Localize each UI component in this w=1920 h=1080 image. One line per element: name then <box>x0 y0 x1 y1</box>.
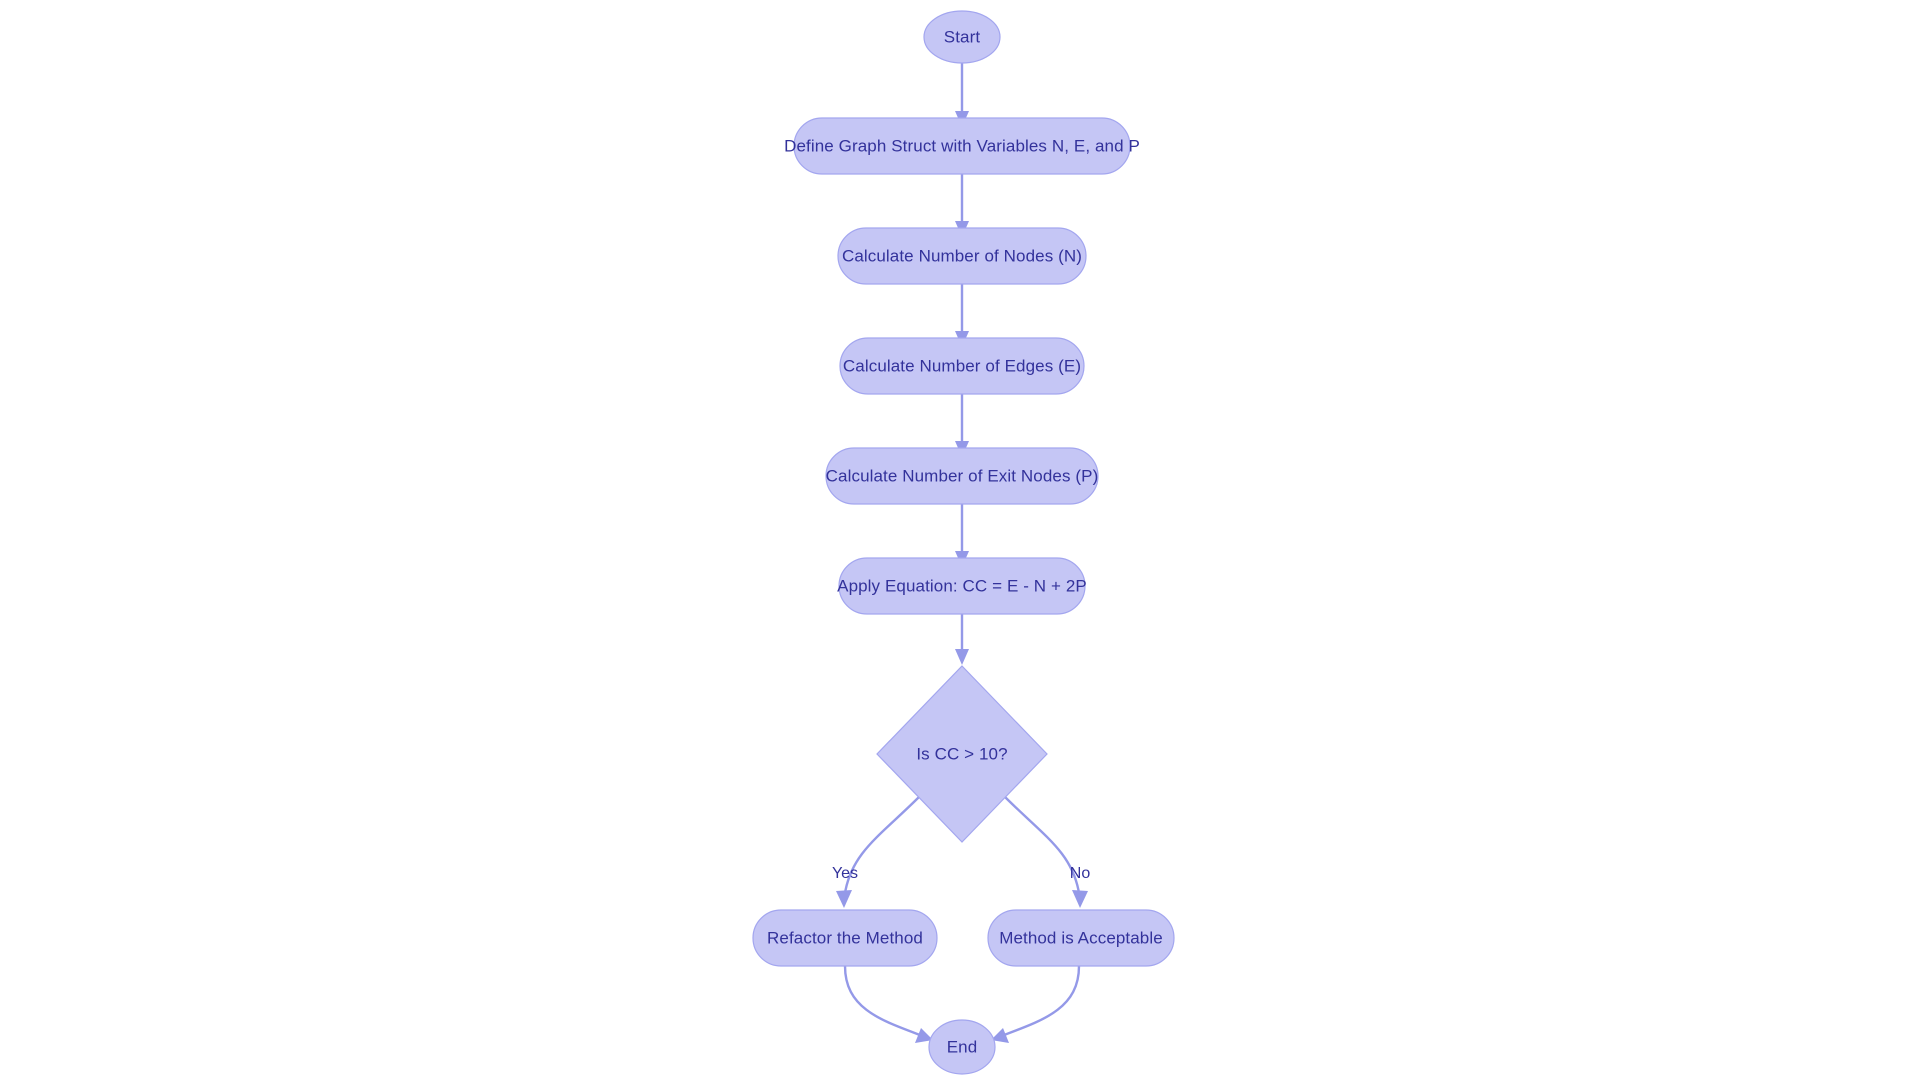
node-method-acceptable-label: Method is Acceptable <box>999 928 1163 947</box>
node-refactor-method-label: Refactor the Method <box>767 928 923 947</box>
edge-label-yes: Yes <box>832 865 858 882</box>
node-define-graph-struct[interactable]: Define Graph Struct with Variables N, E,… <box>784 117 1140 175</box>
node-refactor-method[interactable]: Refactor the Method <box>752 909 938 967</box>
node-calculate-edges-label: Calculate Number of Edges (E) <box>843 356 1081 375</box>
node-apply-equation-label: Apply Equation: CC = E - N + 2P <box>837 576 1087 595</box>
edge-refactor-to-end <box>843 965 933 1043</box>
edge-decision-to-refactor: Yes <box>832 795 921 908</box>
edge-accept-to-end <box>991 965 1081 1043</box>
edge-layer: Yes No <box>832 59 1090 1043</box>
edge-decision-to-accept: No <box>1003 795 1091 908</box>
edge-equation-to-decision <box>955 614 969 665</box>
node-layer: Start Define Graph Struct with Variables… <box>752 10 1175 1075</box>
node-decision-cc-threshold-label: Is CC > 10? <box>916 744 1007 763</box>
node-calculate-exit-nodes-label: Calculate Number of Exit Nodes (P) <box>826 466 1099 485</box>
node-decision-cc-threshold[interactable]: Is CC > 10? <box>876 665 1048 843</box>
node-define-graph-struct-label: Define Graph Struct with Variables N, E,… <box>784 136 1140 155</box>
node-method-acceptable[interactable]: Method is Acceptable <box>987 909 1175 967</box>
node-start[interactable]: Start <box>923 10 1001 64</box>
node-calculate-exit-nodes[interactable]: Calculate Number of Exit Nodes (P) <box>825 447 1099 505</box>
node-end[interactable]: End <box>928 1019 996 1075</box>
node-calculate-nodes[interactable]: Calculate Number of Nodes (N) <box>837 227 1087 285</box>
node-end-label: End <box>947 1037 978 1056</box>
node-calculate-edges[interactable]: Calculate Number of Edges (E) <box>839 337 1085 395</box>
node-calculate-nodes-label: Calculate Number of Nodes (N) <box>842 246 1082 265</box>
node-apply-equation[interactable]: Apply Equation: CC = E - N + 2P <box>837 557 1087 615</box>
edge-start-to-define <box>955 59 969 127</box>
flowchart-diagram: Yes No Start Define Graph Struct with Va… <box>0 0 1920 1080</box>
edge-label-no: No <box>1070 865 1091 882</box>
node-start-label: Start <box>944 27 981 46</box>
